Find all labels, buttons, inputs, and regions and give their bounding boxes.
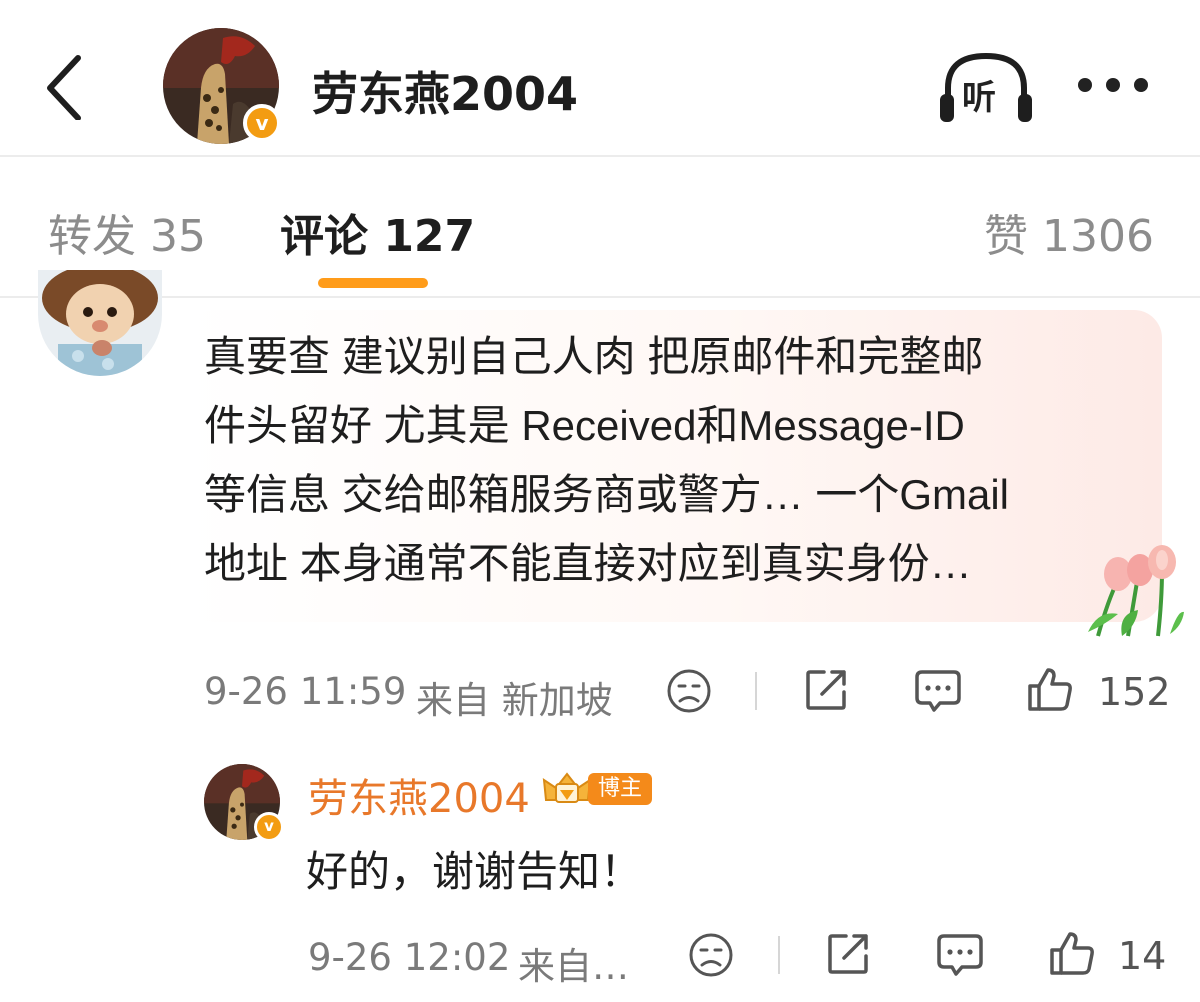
comment-icon[interactable] bbox=[914, 668, 962, 714]
more-options-button[interactable] bbox=[1074, 64, 1154, 104]
listen-label: 听 bbox=[962, 78, 996, 118]
tab-like[interactable]: 赞 1306 bbox=[984, 200, 1154, 264]
verified-badge-icon: v bbox=[254, 812, 284, 842]
tab-comment[interactable]: 评论 127 bbox=[280, 200, 475, 264]
listen-button[interactable]: 听 bbox=[938, 48, 1034, 126]
blogger-badge: 博主 bbox=[588, 773, 653, 805]
verified-badge-icon: v bbox=[243, 104, 281, 142]
comment-line: 等信息 交给邮箱服务商或警方… 一个Gmail bbox=[204, 471, 1010, 518]
thumbs-up-icon[interactable] bbox=[1048, 930, 1096, 976]
commenter-avatar[interactable] bbox=[38, 270, 162, 376]
comment-line: 真要查 建议别自己人肉 把原邮件和完整邮 bbox=[204, 333, 984, 380]
active-tab-indicator bbox=[318, 278, 428, 288]
share-icon[interactable] bbox=[804, 666, 850, 712]
like-count: 152 bbox=[1098, 670, 1171, 714]
top-bar: v 劳东燕2004 听 bbox=[0, 0, 1200, 157]
tulip-sticker bbox=[1088, 545, 1184, 637]
more-dots-icon bbox=[1078, 78, 1092, 92]
crown-badge-icon bbox=[542, 772, 592, 803]
reply-time: 9-26 12:02 bbox=[308, 936, 511, 979]
reply-like-count: 14 bbox=[1118, 934, 1167, 978]
page-title: 劳东燕2004 bbox=[312, 67, 579, 121]
tab-repost[interactable]: 转发 35 bbox=[48, 200, 206, 264]
comment-line: 地址 本身通常不能直接对应到真实身份… bbox=[204, 540, 972, 587]
reply-text: 好的，谢谢告知！ bbox=[306, 848, 643, 895]
reply-author-name[interactable]: 劳东燕2004 bbox=[308, 766, 530, 824]
comment-location: 来自 新加坡 bbox=[416, 679, 613, 722]
more-dots-icon bbox=[1134, 78, 1148, 92]
share-icon[interactable] bbox=[826, 930, 872, 976]
thumbs-up-icon[interactable] bbox=[1026, 666, 1074, 712]
sad-face-icon[interactable] bbox=[666, 668, 712, 714]
author-avatar[interactable]: v bbox=[163, 28, 281, 144]
divider bbox=[755, 672, 757, 710]
comment-icon[interactable] bbox=[936, 932, 984, 978]
comment-time: 9-26 11:59 bbox=[204, 670, 407, 713]
comment-line: 件头留好 尤其是 Received和Message-ID bbox=[204, 402, 965, 449]
divider bbox=[778, 936, 780, 974]
sad-face-icon[interactable] bbox=[688, 932, 734, 978]
reply-author-avatar[interactable]: v bbox=[204, 764, 284, 842]
tab-bar: 转发 35 评论 127 赞 1306 bbox=[0, 158, 1200, 298]
more-dots-icon bbox=[1106, 78, 1120, 92]
reply-location: 来自… bbox=[518, 945, 629, 988]
comment-text: 真要查 建议别自己人肉 把原邮件和完整邮 件头留好 尤其是 Received和M… bbox=[204, 322, 1154, 598]
back-arrow-icon[interactable] bbox=[40, 50, 90, 120]
